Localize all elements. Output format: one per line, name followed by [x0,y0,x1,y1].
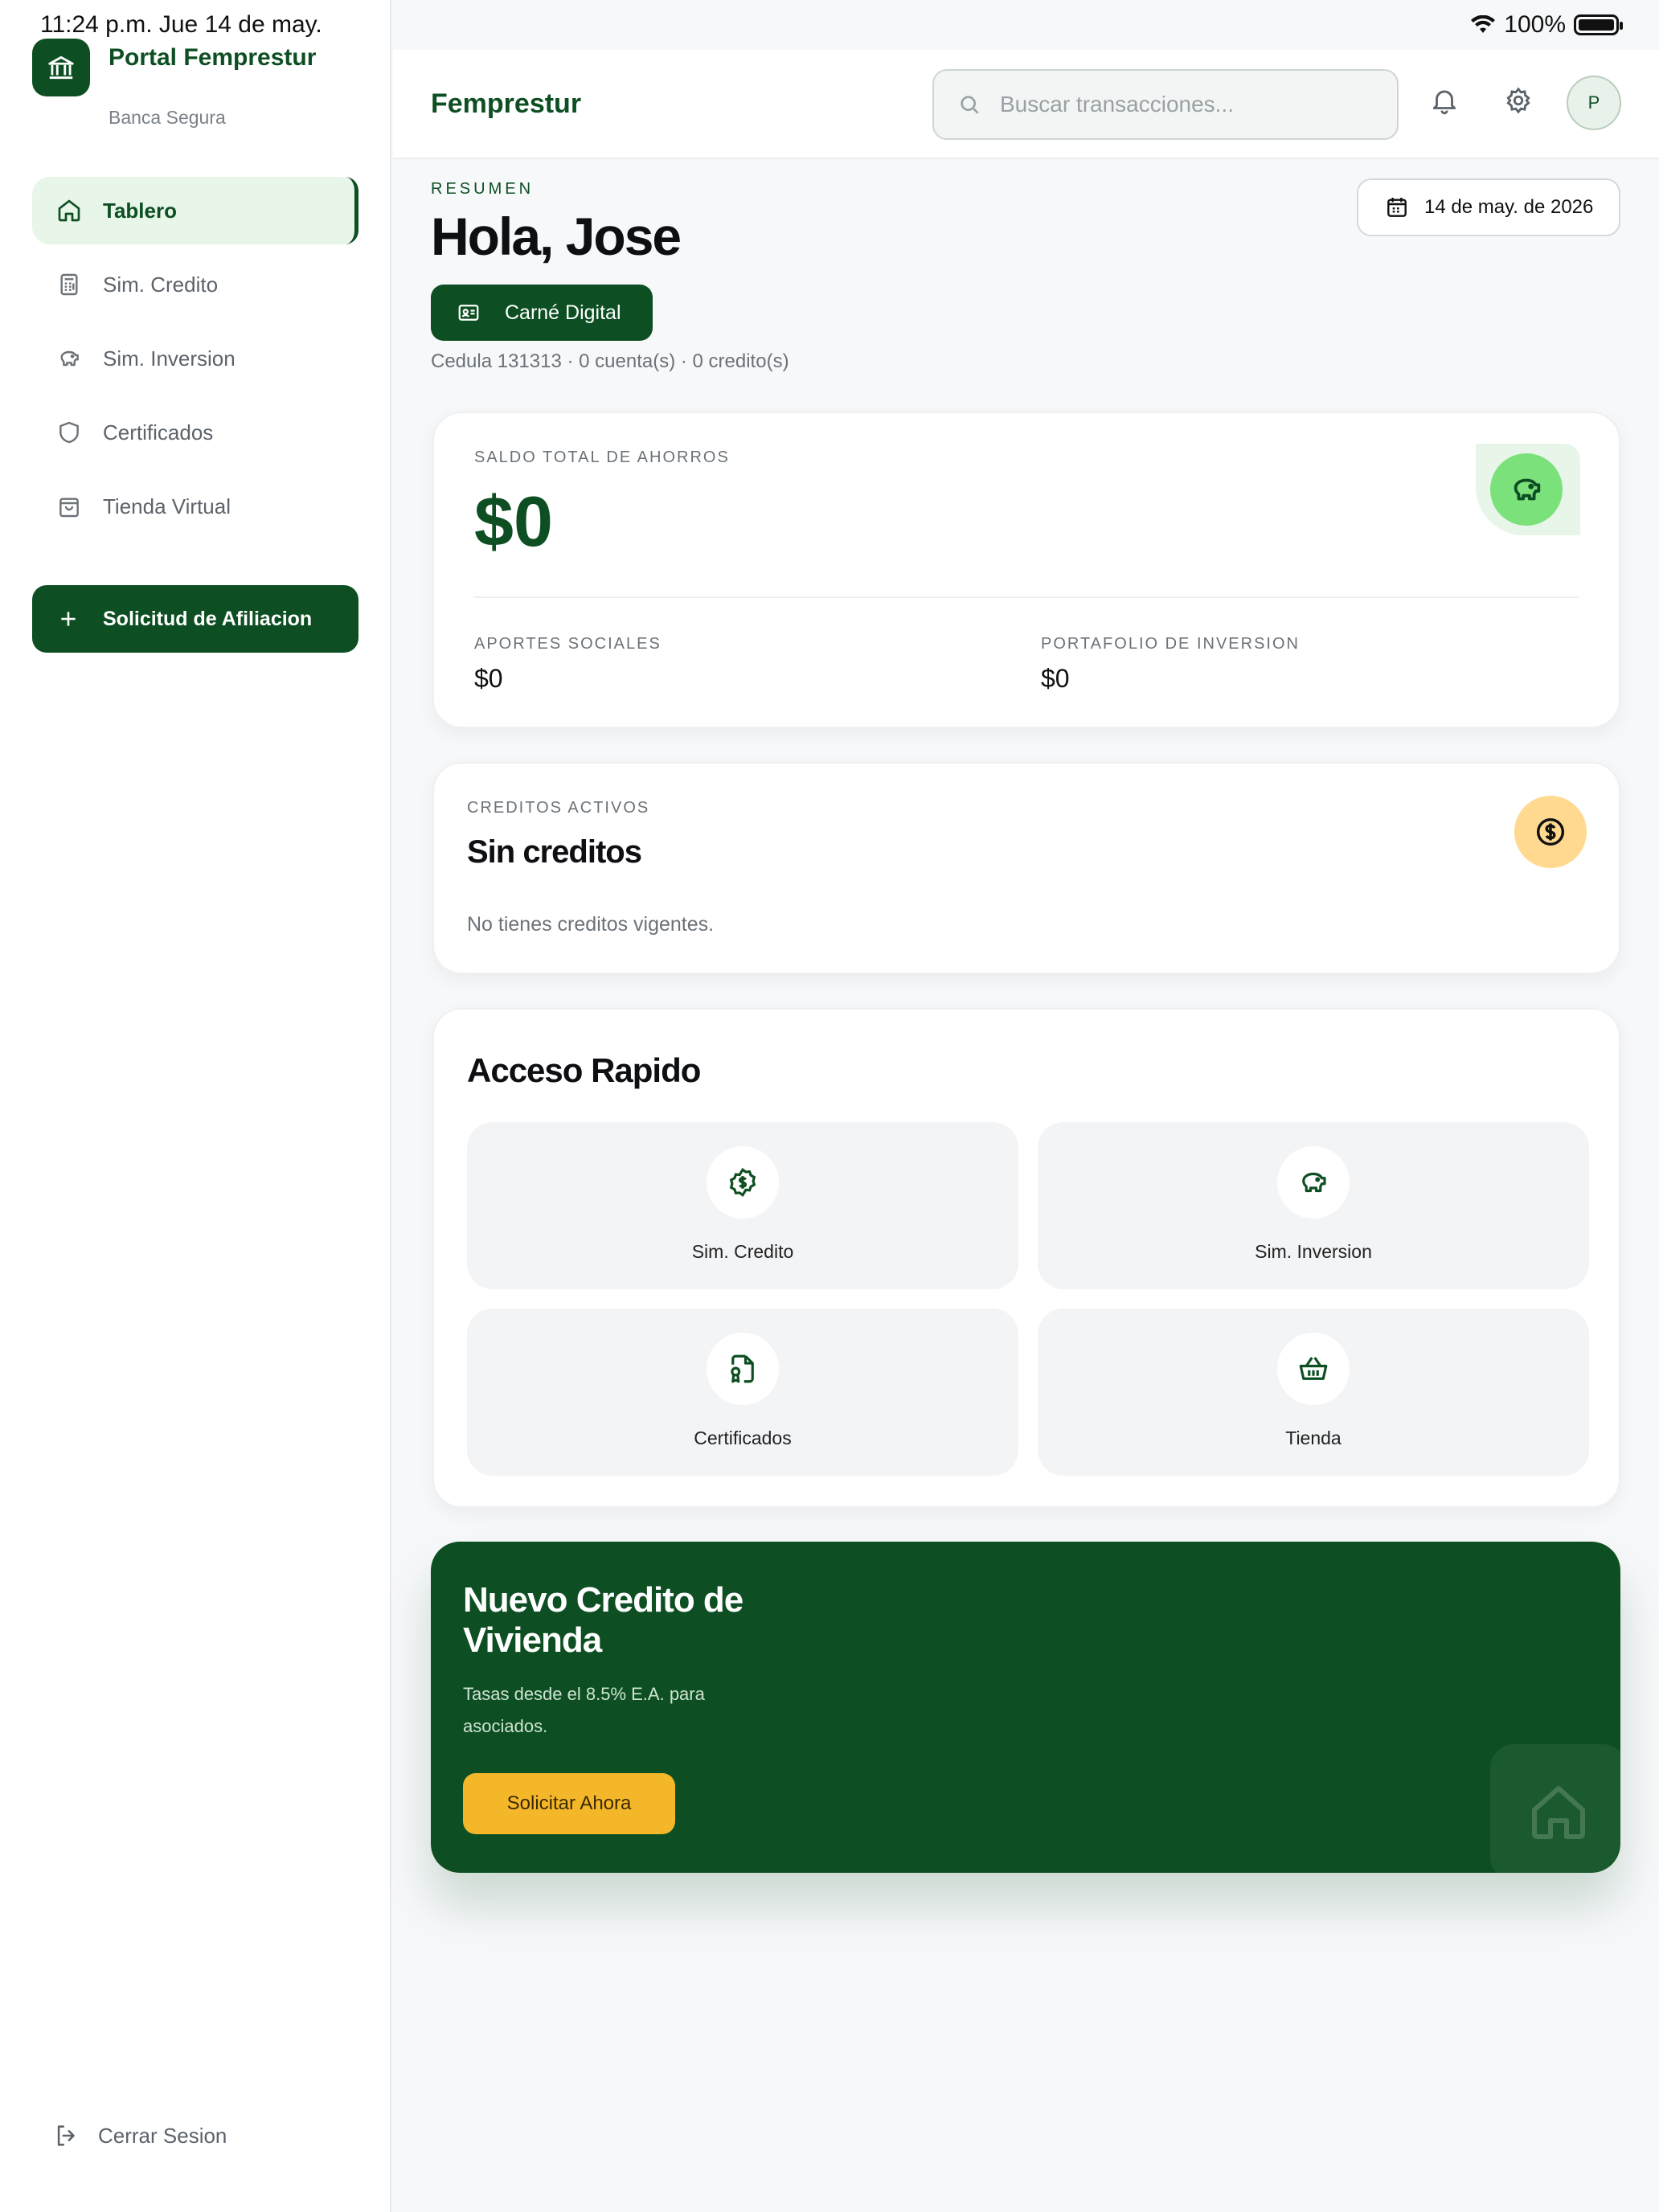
sidebar-item-certificados[interactable]: Certificados [32,399,358,466]
promo-description: Tasas desde el 8.5% E.A. para asociados. [463,1684,705,1736]
credits-label: CREDITOS ACTIVOS [467,799,650,817]
divider [474,596,1579,598]
dollar-badge-icon [707,1146,779,1219]
affiliation-request-button[interactable]: Solicitud de Afiliacion [32,585,358,653]
portafolio-value: $0 [1041,664,1070,693]
date-picker-button[interactable]: 14 de may. de 2026 [1357,178,1620,236]
house-icon [1490,1744,1620,1873]
sidebar-item-label: Tienda Virtual [103,494,231,518]
battery-percent: 100% [1504,11,1566,38]
apply-now-button[interactable]: Solicitar Ahora [463,1773,675,1834]
greeting-heading: Hola, Jose [431,207,682,266]
plus-icon [61,612,76,626]
certificate-file-icon [707,1333,779,1405]
affiliation-button-label: Solicitud de Afiliacion [103,607,313,630]
battery-icon [1574,14,1623,35]
logout-icon [57,2125,75,2146]
sidebar-item-tablero[interactable]: Tablero [32,177,358,244]
credits-description: No tienes creditos vigentes. [467,913,715,936]
account-summary-line: Cedula 131313 · 0 cuenta(s) · 0 credito(… [431,350,789,372]
credits-title: Sin creditos [467,834,642,870]
notifications-button[interactable] [1429,85,1460,120]
search-input[interactable] [1000,92,1354,117]
shield-icon [59,421,79,444]
piggy-bank-icon [1277,1146,1350,1219]
search-box[interactable] [932,69,1399,140]
quick-access-card: Acceso Rapido Sim. Credito Sim. Inversio… [432,1008,1620,1508]
quick-tile-sim-inversion[interactable]: Sim. Inversion [1038,1122,1589,1289]
promo-title: Nuevo Credito de Vivienda [463,1580,743,1660]
bell-icon [1432,90,1456,115]
search-icon [961,96,979,114]
tile-label: Sim. Inversion [1255,1241,1372,1262]
tile-label: Sim. Credito [691,1241,794,1262]
digital-card-button[interactable]: Carné Digital [431,285,653,341]
tile-label: Certificados [694,1428,792,1448]
avatar[interactable]: P [1567,76,1621,130]
aportes-label: APORTES SOCIALES [474,635,662,653]
portafolio-label: PORTAFOLIO DE INVERSION [1041,635,1300,653]
logout-button[interactable]: Cerrar Sesion [53,2122,227,2149]
aportes-value: $0 [474,664,503,693]
piggy-bank-icon [60,350,79,367]
quick-tile-certificados[interactable]: Certificados [467,1309,1018,1476]
sidebar-item-label: Certificados [103,420,214,444]
brand-subtitle: Banca Segura [109,107,226,128]
quick-tile-sim-credito[interactable]: Sim. Credito [467,1122,1018,1289]
sidebar-nav: Tablero Sim. Credito Sim. Inversion Cert… [32,177,358,547]
wifi-icon [1471,15,1496,33]
balance-label: SALDO TOTAL DE AHORROS [474,449,730,466]
active-credits-card: CREDITOS ACTIVOS Sin creditos No tienes … [432,762,1620,974]
top-bar: Femprestur P [393,50,1659,159]
calendar-icon [1387,198,1407,217]
basket-icon [1277,1333,1350,1405]
quick-tile-tienda[interactable]: Tienda [1038,1309,1589,1476]
savings-balance-card: SALDO TOTAL DE AHORROS $0 APORTES SOCIAL… [432,412,1620,728]
sidebar-item-label: Sim. Inversion [103,346,236,371]
tile-label: Tienda [1285,1428,1342,1448]
status-time: 11:24 p.m. Jue 14 de may. [40,11,322,38]
id-card-icon [458,305,479,321]
digital-card-label: Carné Digital [505,301,621,324]
settings-button[interactable] [1503,85,1534,120]
gear-icon [1506,87,1530,114]
shopping-bag-icon [59,498,79,518]
logout-label: Cerrar Sesion [98,2123,227,2148]
status-indicators: 100% [1470,11,1623,39]
sidebar-item-sim-credito[interactable]: Sim. Credito [32,251,358,318]
sidebar-item-tienda-virtual[interactable]: Tienda Virtual [32,473,358,540]
sidebar-item-sim-inversion[interactable]: Sim. Inversion [32,325,358,392]
sidebar-item-label: Sim. Credito [103,272,219,297]
section-eyebrow: RESUMEN [431,180,535,198]
home-icon [58,199,80,222]
balance-value: $0 [474,481,553,561]
sidebar-item-label: Tablero [103,198,177,223]
page-title: Femprestur [431,88,582,119]
sidebar: Portal Femprestur Banca Segura Tablero S… [0,0,391,2212]
calculator-icon [60,273,78,296]
housing-credit-promo: Nuevo Credito de Vivienda Tasas desde el… [431,1542,1620,1873]
piggy-bank-icon [1490,453,1563,526]
quick-access-title: Acceso Rapido [467,1051,701,1089]
dollar-coin-icon [1514,796,1587,868]
date-label: 14 de may. de 2026 [1424,196,1594,218]
status-bar: 11:24 p.m. Jue 14 de may. 100% [0,0,1659,50]
